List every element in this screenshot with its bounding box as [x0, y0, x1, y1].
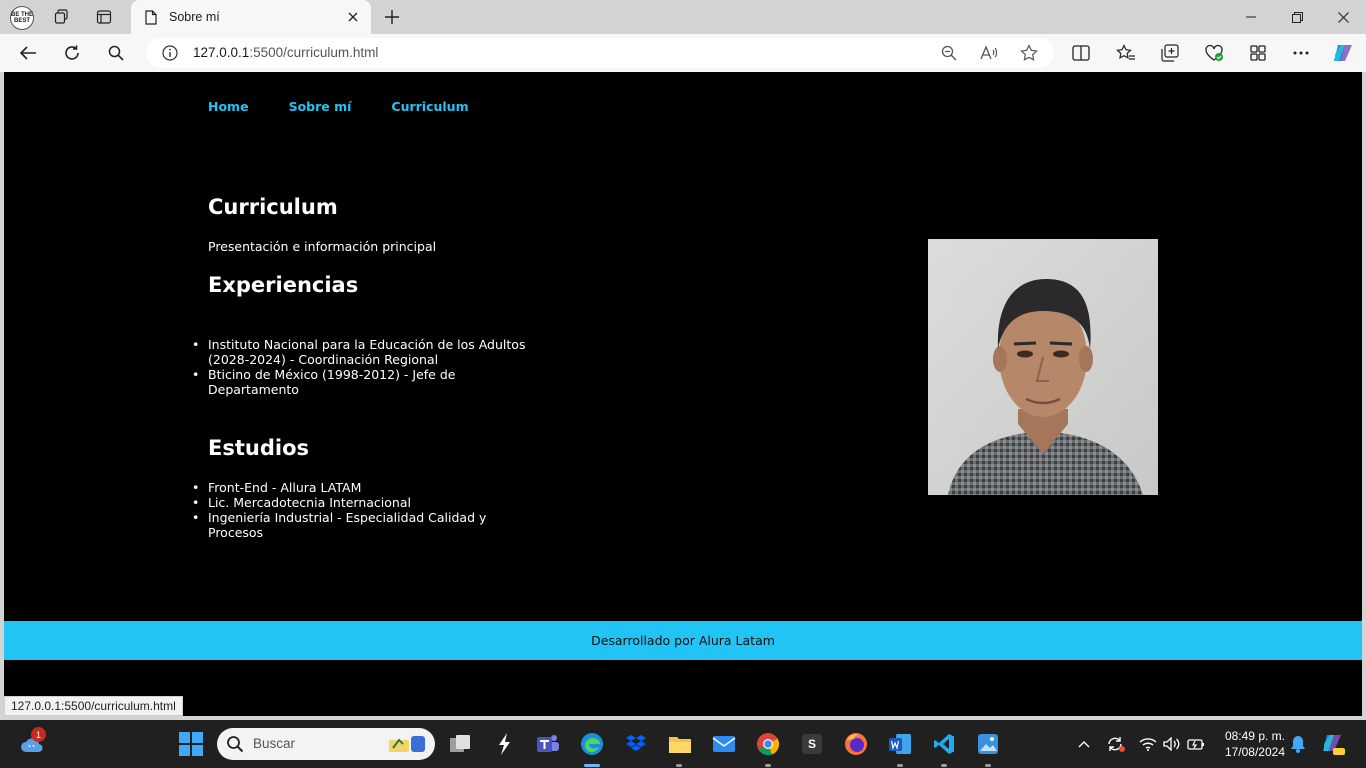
new-tab-button[interactable]	[382, 7, 402, 27]
site-info-icon[interactable]	[162, 45, 178, 61]
firefox-icon[interactable]	[844, 732, 868, 756]
notifications-bell-icon[interactable]	[1286, 732, 1310, 756]
list-item: Front-End - Allura LATAM	[192, 480, 528, 495]
list-item: Ingeniería Industrial - Especialidad Cal…	[192, 510, 528, 540]
running-app-indicator	[765, 764, 771, 767]
sync-icon[interactable]	[1104, 732, 1128, 756]
status-bar-url: 127.0.0.1:5500/curriculum.html	[4, 696, 183, 716]
vscode-icon[interactable]	[932, 732, 956, 756]
running-app-indicator	[941, 764, 947, 767]
search-placeholder: Buscar	[253, 736, 296, 751]
notification-badge: 1	[31, 727, 46, 742]
minimize-button[interactable]	[1228, 0, 1274, 34]
url-text[interactable]: 127.0.0.1:5500/curriculum.html	[193, 45, 378, 60]
profile-photo	[928, 239, 1158, 495]
battery-icon[interactable]	[1184, 732, 1208, 756]
page-subtitle: Presentación e información principal	[208, 239, 437, 254]
tab-actions-icon[interactable]	[94, 7, 114, 27]
chevron-up-icon[interactable]	[1072, 732, 1096, 756]
search-icon	[226, 735, 244, 756]
studies-heading: Estudios	[208, 436, 309, 460]
experience-list: Instituto Nacional para la Educación de …	[192, 337, 528, 397]
list-item: Lic. Mercadotecnia Internacional	[192, 495, 528, 510]
favorite-star-icon[interactable]	[1020, 44, 1038, 62]
edge-icon[interactable]	[580, 732, 604, 756]
back-icon[interactable]	[17, 42, 39, 64]
active-app-indicator	[584, 764, 600, 767]
list-item: Instituto Nacional para la Educación de …	[192, 337, 528, 367]
close-tab-icon[interactable]	[345, 9, 361, 25]
page-icon	[143, 9, 159, 25]
taskbar-search[interactable]: Buscar	[217, 728, 435, 760]
system-clock[interactable]: 08:49 p. m. 17/08/2024	[1213, 728, 1285, 760]
search-highlight-icon	[385, 732, 429, 756]
footer-text: Desarrollado por Alura Latam	[591, 633, 775, 648]
clock-date: 17/08/2024	[1224, 745, 1285, 759]
refresh-icon[interactable]	[61, 42, 83, 64]
experience-heading: Experiencias	[208, 273, 359, 297]
zoom-out-icon[interactable]	[940, 44, 958, 62]
extensions-icon[interactable]	[1247, 42, 1269, 64]
active-tab[interactable]: Sobre mí	[131, 0, 371, 34]
more-options-icon[interactable]	[1290, 42, 1312, 64]
running-app-indicator	[897, 764, 903, 767]
address-bar[interactable]: 127.0.0.1:5500/curriculum.html	[146, 38, 1054, 68]
dropbox-icon[interactable]	[624, 732, 648, 756]
tab-title: Sobre mí	[169, 10, 220, 24]
favorites-icon[interactable]	[1115, 42, 1137, 64]
read-aloud-icon[interactable]	[980, 44, 998, 62]
split-screen-icon[interactable]	[1070, 42, 1092, 64]
mail-icon[interactable]	[712, 732, 736, 756]
start-windows-icon[interactable]	[179, 732, 203, 756]
taskbar: 1 Buscar S 08:49 p. m. 17/08/2024	[0, 720, 1366, 768]
running-app-indicator	[676, 764, 682, 767]
url-host: 127.0.0.1	[193, 45, 250, 60]
task-view-icon[interactable]	[448, 732, 472, 756]
browser-toolbar: 127.0.0.1:5500/curriculum.html	[0, 34, 1366, 72]
page-viewport: Home Sobre mí Curriculum Curriculum Pres…	[4, 72, 1362, 716]
url-path: :5500/curriculum.html	[249, 45, 379, 60]
profile-label: BE THE BEST	[11, 12, 34, 24]
app-bolt-icon[interactable]	[492, 732, 516, 756]
nav-link-home[interactable]: Home	[208, 99, 249, 114]
nav-link-curriculum[interactable]: Curriculum	[391, 99, 468, 114]
close-window-button[interactable]	[1320, 0, 1366, 34]
chrome-icon[interactable]	[756, 732, 780, 756]
workspaces-icon[interactable]	[52, 7, 72, 27]
studies-list: Front-End - Allura LATAM Lic. Mercadotec…	[192, 480, 528, 540]
search-icon[interactable]	[105, 42, 127, 64]
browser-essentials-icon[interactable]	[1203, 42, 1225, 64]
copilot-icon[interactable]	[1332, 42, 1354, 64]
page-footer: Desarrollado por Alura Latam	[4, 621, 1362, 660]
file-explorer-icon[interactable]	[668, 732, 692, 756]
collections-icon[interactable]	[1159, 42, 1181, 64]
list-item: Bticino de México (1998-2012) - Jefe de …	[192, 367, 528, 397]
app-s-letter: S	[807, 737, 816, 751]
profile-avatar[interactable]: BE THE BEST	[10, 6, 34, 30]
running-app-indicator	[985, 764, 991, 767]
nav-link-about[interactable]: Sobre mí	[289, 99, 352, 114]
teams-icon[interactable]	[536, 732, 560, 756]
tab-strip: BE THE BEST Sobre mí	[0, 0, 1366, 34]
word-icon[interactable]	[888, 732, 912, 756]
page-title: Curriculum	[208, 195, 338, 219]
clock-time: 08:49 p. m.	[1224, 729, 1285, 743]
site-nav: Home Sobre mí Curriculum	[208, 99, 509, 114]
copilot-pre-icon[interactable]	[1321, 732, 1345, 756]
photos-icon[interactable]	[976, 732, 1000, 756]
volume-icon[interactable]	[1160, 732, 1184, 756]
app-s-icon[interactable]: S	[800, 732, 824, 756]
restore-button[interactable]	[1274, 0, 1320, 34]
wifi-icon[interactable]	[1136, 732, 1160, 756]
